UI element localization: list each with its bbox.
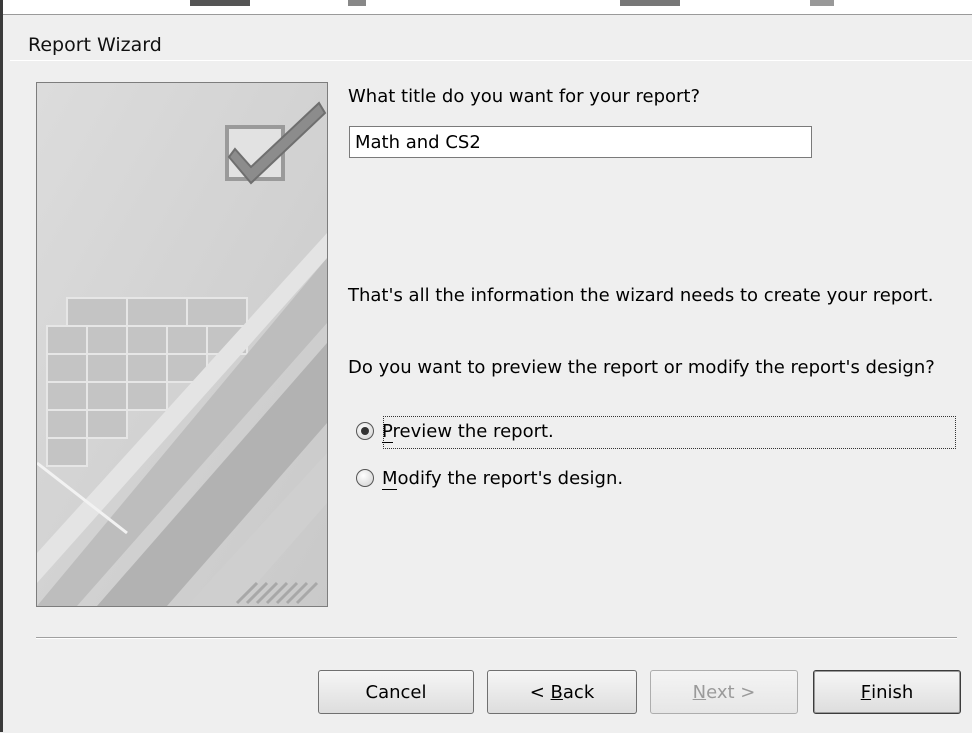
- title-separator: [10, 60, 972, 61]
- info-text: That's all the information the wizard ne…: [348, 285, 934, 306]
- preview-label-rest: review the report.: [392, 420, 554, 442]
- next-button[interactable]: Next >: [650, 670, 798, 714]
- modify-design-label: Modify the report's design.: [382, 467, 624, 490]
- preview-report-radio[interactable]: [356, 422, 374, 440]
- back-label-rest: ack: [562, 681, 595, 703]
- preview-report-label: Preview the report.: [382, 420, 554, 443]
- next-mnemonic: N: [692, 681, 707, 703]
- finish-label-rest: inish: [871, 681, 914, 703]
- dialog-title: Report Wizard: [28, 34, 162, 56]
- mnemonic-underline: [382, 488, 397, 490]
- preview-report-option[interactable]: Preview the report.: [356, 417, 956, 445]
- modify-label-rest: odify the report's design.: [397, 467, 624, 489]
- cancel-button[interactable]: Cancel: [318, 670, 474, 714]
- title-prompt-label: What title do you want for your report?: [348, 86, 701, 107]
- top-strip-segment: [190, 0, 250, 6]
- modify-mnemonic: M: [382, 467, 398, 489]
- radio-selected-dot: [361, 427, 369, 435]
- back-mnemonic: B: [550, 681, 563, 703]
- bottom-separator: [36, 637, 957, 639]
- finish-mnemonic: F: [860, 681, 872, 703]
- wizard-art-panel: [36, 82, 328, 607]
- top-strip-segment: [620, 0, 680, 6]
- modify-design-option[interactable]: Modify the report's design.: [356, 464, 623, 492]
- report-wizard-art-icon: [37, 83, 327, 606]
- modify-design-radio[interactable]: [356, 469, 374, 487]
- top-strip-segment: [810, 0, 834, 6]
- next-label-rest: ext >: [706, 681, 756, 703]
- top-strip: [0, 0, 972, 14]
- preview-mnemonic: P: [382, 420, 393, 442]
- top-strip-segment: [348, 0, 366, 6]
- back-button[interactable]: < Back: [487, 670, 637, 714]
- question-text: Do you want to preview the report or mod…: [348, 357, 935, 378]
- report-title-input[interactable]: [349, 126, 812, 158]
- back-prefix: <: [529, 681, 551, 703]
- mnemonic-underline: [382, 441, 393, 443]
- finish-button[interactable]: Finish: [813, 670, 961, 714]
